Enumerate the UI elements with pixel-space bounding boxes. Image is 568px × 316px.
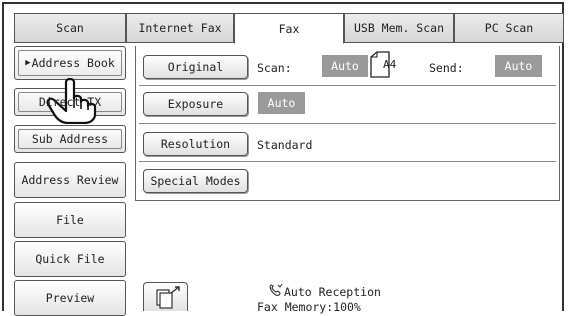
exposure-value-chip: Auto (258, 92, 305, 114)
tab-internet-fax[interactable]: Internet Fax (126, 13, 234, 43)
address-book-label: Address Book (31, 56, 115, 70)
preview-label: Preview (45, 291, 95, 305)
resolution-button[interactable]: Resolution (143, 132, 248, 156)
send-label: Send: (429, 61, 464, 75)
paper-size-label: A4 (383, 58, 397, 71)
resolution-value: Standard (257, 138, 313, 152)
tab-scan[interactable]: Scan (14, 13, 126, 43)
row-divider (139, 123, 556, 124)
exposure-button[interactable]: Exposure (143, 92, 248, 116)
original-button[interactable]: Original (143, 55, 248, 79)
address-review-button[interactable]: Address Review (14, 162, 126, 198)
row-divider (139, 85, 556, 86)
tab-usb-mem-scan[interactable]: USB Mem. Scan (344, 13, 454, 43)
address-review-label: Address Review (21, 173, 119, 187)
row-divider (139, 161, 556, 162)
address-book-button[interactable]: ▶ Address Book (14, 46, 126, 80)
send-value-chip: Auto (495, 55, 542, 77)
auto-reception-status: Auto Reception (284, 285, 381, 299)
tab-fax[interactable]: Fax (234, 13, 344, 44)
job-status-button[interactable] (143, 282, 188, 311)
document-send-icon (156, 286, 180, 309)
scan-value-chip: Auto (322, 55, 368, 77)
file-button[interactable]: File (14, 202, 126, 238)
selected-arrow-icon: ▶ (25, 58, 31, 68)
sub-address-label: Sub Address (31, 132, 109, 146)
sub-address-button[interactable]: Sub Address (14, 125, 126, 153)
file-label: File (56, 213, 84, 227)
special-modes-button[interactable]: Special Modes (143, 169, 248, 193)
scan-label: Scan: (257, 61, 292, 75)
fax-memory-status: Fax Memory:100% (257, 300, 361, 314)
quick-file-button[interactable]: Quick File (14, 241, 126, 277)
phone-icon (269, 283, 283, 296)
direct-tx-label: Direct TX (38, 95, 102, 109)
tab-pc-scan[interactable]: PC Scan (454, 13, 564, 43)
quick-file-label: Quick File (35, 252, 105, 266)
